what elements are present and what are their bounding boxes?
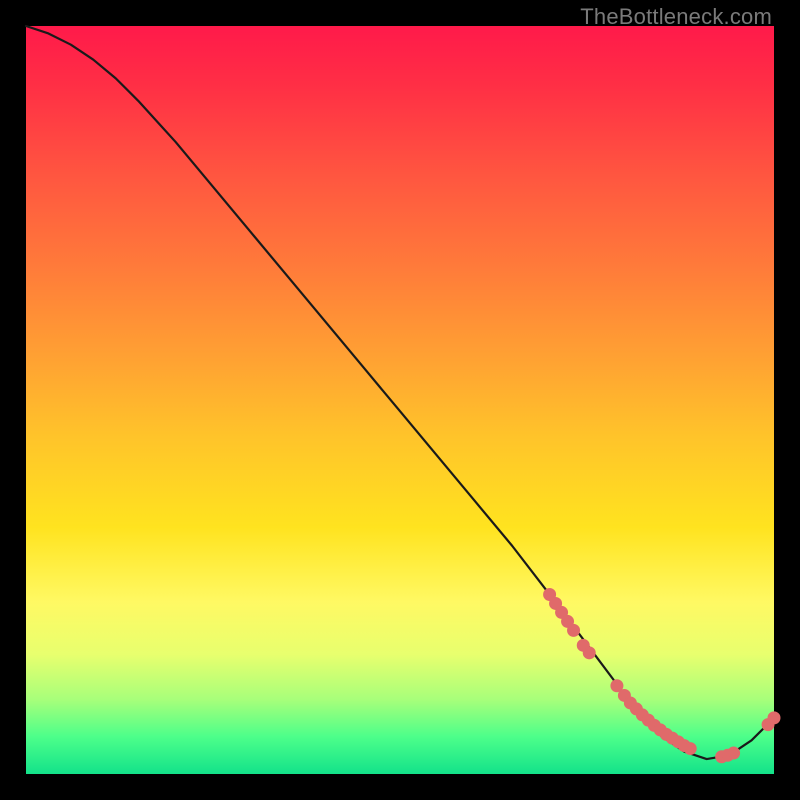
curve-svg: [26, 26, 774, 774]
curve-marker: [583, 647, 595, 659]
curve-marker: [728, 747, 740, 759]
curve-marker: [568, 624, 580, 636]
bottleneck-curve: [26, 26, 774, 759]
plot-area: [26, 26, 774, 774]
curve-marker: [684, 743, 696, 755]
chart-stage: TheBottleneck.com: [0, 0, 800, 800]
curve-markers: [544, 588, 780, 762]
curve-marker: [768, 712, 780, 724]
